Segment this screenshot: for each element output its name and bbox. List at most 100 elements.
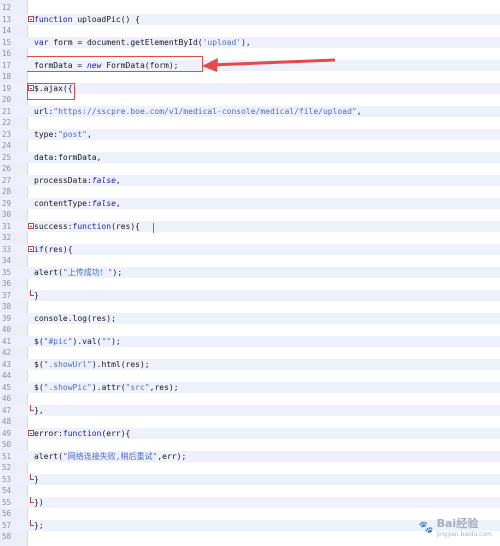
line-number: 18 [2,72,12,81]
line-number: 33 [2,244,12,254]
watermark-brand: Bai [436,517,457,530]
code-text: alert("网络连接失败,稍后重试",err); [34,451,187,461]
code-text: url:"https://sscpre.boe.com/v1/medical-c… [34,106,362,116]
line-number: 21 [2,106,12,116]
code-line[interactable]: 15 var form = document.getElementById('up… [0,36,500,48]
line-number: 49 [2,428,12,438]
line-number: 53 [2,474,12,484]
line-number: 37 [2,290,12,300]
line-number: 42 [2,348,12,357]
line-number: 14 [2,26,12,35]
line-number: 56 [2,509,12,518]
code-line[interactable]: 45 $(".showPic").attr("src",res); [0,381,500,393]
code-line[interactable]: 40 [0,324,500,336]
code-line[interactable]: 29 contentType:false, [0,197,500,209]
code-line[interactable]: 21 url:"https://sscpre.boe.com/v1/medical… [0,105,500,117]
code-line[interactable]: 24 [0,140,500,152]
line-number: 15 [2,37,12,47]
line-number: 26 [2,164,12,173]
line-number: 45 [2,382,12,392]
code-line[interactable]: 25 data:formData, [0,151,500,163]
code-line[interactable]: 22 [0,117,500,129]
line-number: 29 [2,198,12,208]
code-line[interactable]: 52 [0,462,500,474]
code-text: console.log(res); [34,313,116,323]
code-line[interactable]: 43 $(".showUrl").html(res); [0,358,500,370]
code-line[interactable]: 32 [0,232,500,244]
line-number: 27 [2,175,12,185]
line-number: 41 [2,336,12,346]
code-line[interactable]: 39 console.log(res); [0,312,500,324]
line-number: 54 [2,486,12,495]
code-text: $("#pic").val(""); [34,336,121,346]
annotation-arrow-icon [202,58,336,72]
code-text: $(".showPic").attr("src",res); [34,382,179,392]
code-line[interactable]: 42 [0,347,500,359]
code-line[interactable]: 13 function uploadPic() { [0,13,500,25]
line-number: 31 [2,221,12,231]
code-text: contentType:false, [34,198,121,208]
code-line[interactable]: 30 [0,209,500,221]
code-line[interactable]: 44 [0,370,500,382]
line-number: 13 [2,14,12,24]
watermark-brand2: 经验 [456,517,479,530]
code-line[interactable]: 19 $.ajax({ [0,82,500,94]
line-number: 20 [2,95,12,104]
code-text: }; [34,520,44,530]
code-line[interactable]: 36 [0,278,500,290]
annotation-rectangle-formdata [27,56,203,72]
code-line[interactable]: 20 [0,94,500,106]
code-line[interactable]: 54 [0,485,500,497]
code-line[interactable]: 37} [0,289,500,301]
line-number: 43 [2,359,12,369]
line-number: 52 [2,463,12,472]
paw-icon: 🐾 [418,519,434,534]
code-line[interactable]: 34 [0,255,500,267]
code-line[interactable]: 33 if(res){ [0,243,500,255]
line-number: 36 [2,279,12,288]
code-line[interactable]: 26 [0,163,500,175]
code-text: error:function(err){ [34,428,131,438]
line-number: 23 [2,129,12,139]
annotation-box-ajax [27,83,75,100]
code-text: }) [34,497,44,507]
code-line[interactable]: 28 [0,186,500,198]
code-line[interactable]: 48 [0,416,500,428]
code-line[interactable]: 47}, [0,404,500,416]
code-line[interactable]: 38 [0,301,500,313]
code-text: processData:false, [34,175,121,185]
code-line[interactable]: 31 success:function(res){ [0,220,500,232]
line-number: 39 [2,313,12,323]
code-line[interactable]: 49 error:function(err){ [0,427,500,439]
code-line[interactable]: 27 processData:false, [0,174,500,186]
code-line[interactable]: 53} [0,473,500,485]
watermark-sub: jingyan.baidu.com [436,531,492,538]
code-text: var form = document.getElementById('uplo… [34,37,251,47]
code-line[interactable]: 51 alert("网络连接失败,稍后重试",err); [0,450,500,462]
line-number: 38 [2,302,12,311]
code-text: if(res){ [34,244,73,254]
code-text: function uploadPic() { [34,14,140,24]
line-number: 22 [2,118,12,127]
code-line[interactable]: 55}) [0,496,500,508]
line-number: 17 [2,60,12,70]
line-number: 12 [2,3,12,12]
code-line[interactable]: 50 [0,439,500,451]
code-line[interactable]: 41 $("#pic").val(""); [0,335,500,347]
code-line[interactable]: 12 [0,2,500,14]
code-line[interactable]: 14 [0,25,500,37]
code-line[interactable]: 23 type:"post", [0,128,500,140]
line-number: 32 [2,233,12,242]
line-number: 47 [2,405,12,415]
code-text: data:formData, [34,152,102,162]
code-text: type:"post", [34,129,92,139]
code-line[interactable]: 35 alert("上传成功！"); [0,266,500,278]
code-editor[interactable]: 12 13 function uploadPic() { 14 15 var form =… [0,0,500,546]
code-text: alert("上传成功！"); [34,267,123,277]
line-number: 35 [2,267,12,277]
code-text: $(".showUrl").html(res); [34,359,150,369]
line-number: 46 [2,394,12,403]
code-line[interactable]: 46 [0,393,500,405]
code-text: } [34,290,39,300]
line-number: 50 [2,440,12,449]
